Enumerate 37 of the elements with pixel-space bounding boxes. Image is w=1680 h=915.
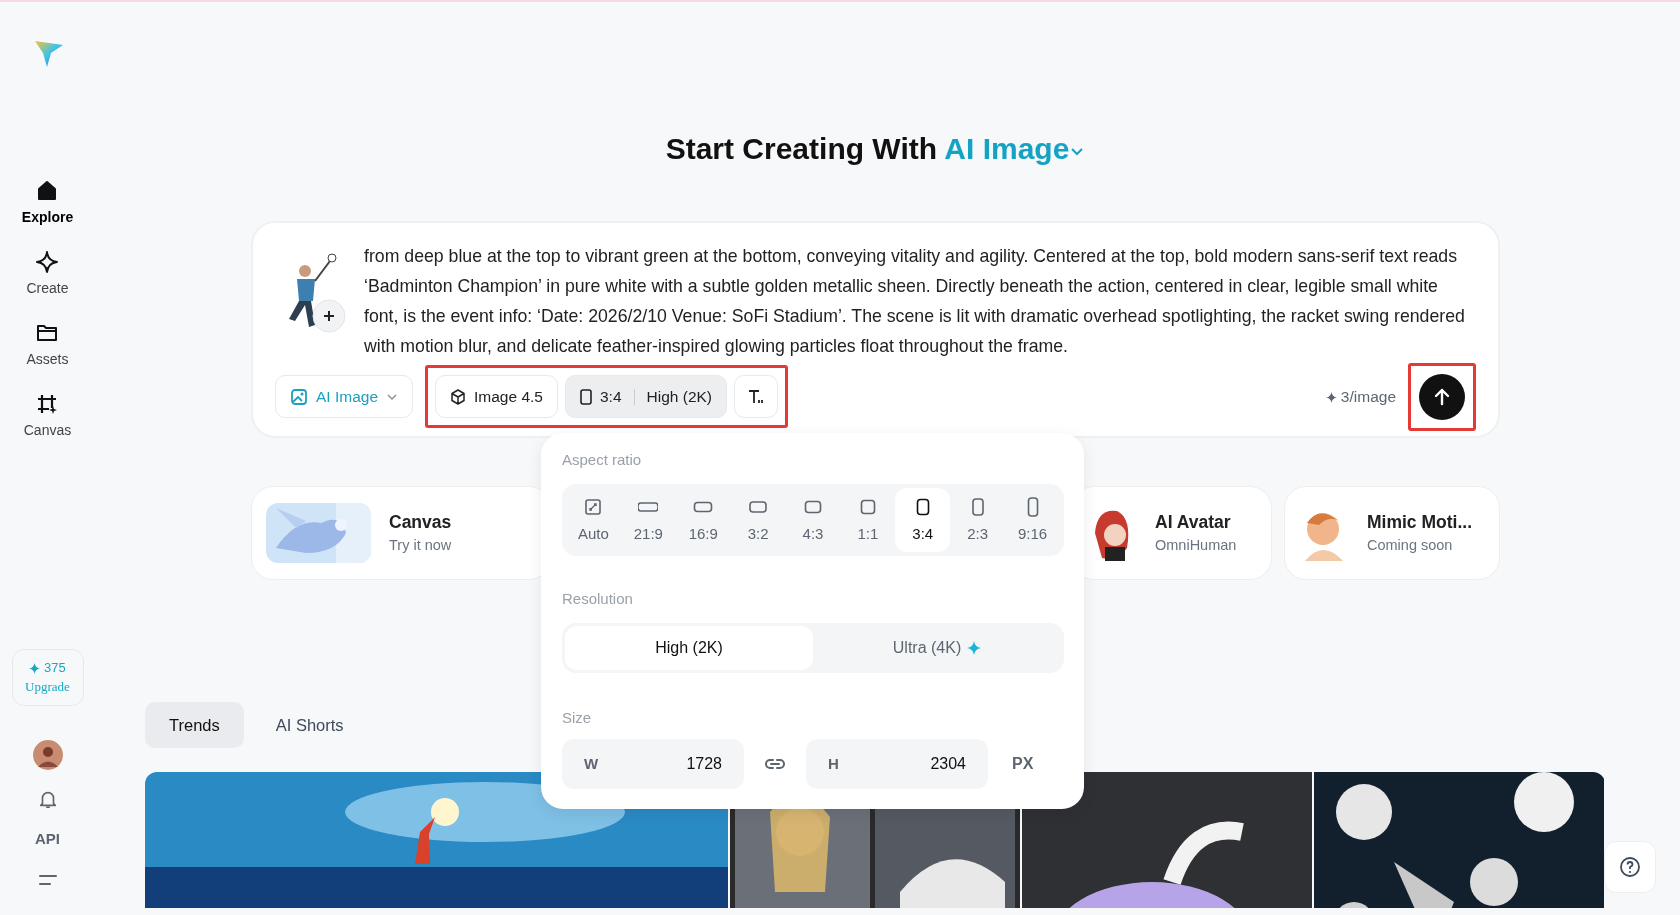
ratio-option[interactable]: 1:1	[840, 487, 896, 552]
section-label: Aspect ratio	[562, 450, 643, 470]
feature-title: AI Avatar	[1155, 511, 1232, 534]
ratio-option[interactable]: 16:9	[675, 487, 731, 552]
ratio-option[interactable]: 2:3	[950, 487, 1006, 552]
resolution-option[interactable]: Ultra (4K)	[813, 625, 1061, 670]
ratio-button[interactable]: 3:4 High (2K)	[564, 375, 727, 418]
credit-count: 375	[12, 657, 83, 677]
ratio-option[interactable]: Auto	[566, 487, 621, 552]
height-field[interactable]: H 2304	[806, 739, 988, 789]
feature-subtitle: Try it now	[389, 536, 452, 556]
ratio-option[interactable]: 4:3	[785, 487, 841, 552]
cost-label: 3/image	[1325, 384, 1396, 409]
ratio-option[interactable]: 9:16	[1005, 487, 1060, 552]
prompt-text[interactable]: from deep blue at the top to vibrant green at the bottom, conveying vitality and agility. Centered at the top, bold modern sans-serif text reads ‘Badminton Champion’ in pure white with a subtle golden metallic sheen. Directly beneath the action, centered in clear, legible small white font, is the event info: ‘Date: 2026/2/10 Venue: SoFi Stadium’. The scene is lit with dramatic overhead spotlighting, the racket swing rendered with motion blur, and delicate feather-inspired glowing particles float throughout the frame.	[364, 241, 1476, 361]
ratio-option[interactable]: 3:4	[895, 487, 951, 552]
ratio-option[interactable]: 21:9	[620, 487, 676, 552]
ratio-option[interactable]: 3:2	[730, 487, 786, 552]
unit-label: PX	[1012, 754, 1034, 774]
page-heading: Start Creating With AI Image	[251, 2, 1500, 221]
feature-subtitle: Coming soon	[1367, 536, 1454, 556]
tab[interactable]: Trends	[145, 702, 244, 748]
feature-subtitle: OmniHuman	[1155, 536, 1237, 556]
nav-item[interactable]: Create	[26, 250, 69, 299]
section-label: Resolution	[562, 589, 634, 609]
nav-item[interactable]: Explore	[21, 179, 74, 228]
resolution-option[interactable]: High (2K)	[565, 625, 813, 670]
model-button[interactable]: Image 4.5	[435, 375, 558, 418]
nav-item[interactable]: Assets	[26, 321, 69, 370]
feature-card[interactable]: Mimic Moti... Coming soon	[1284, 486, 1500, 580]
feature-title: Mimic Moti...	[1367, 511, 1472, 534]
feature-title: Canvas	[389, 511, 452, 534]
section-label: Size	[562, 707, 593, 728]
width-field[interactable]: W 1728	[562, 739, 744, 789]
nav-item[interactable]: Canvas	[23, 392, 72, 441]
api-link[interactable]: API	[35, 827, 60, 850]
tab[interactable]: AI Shorts	[251, 702, 368, 748]
